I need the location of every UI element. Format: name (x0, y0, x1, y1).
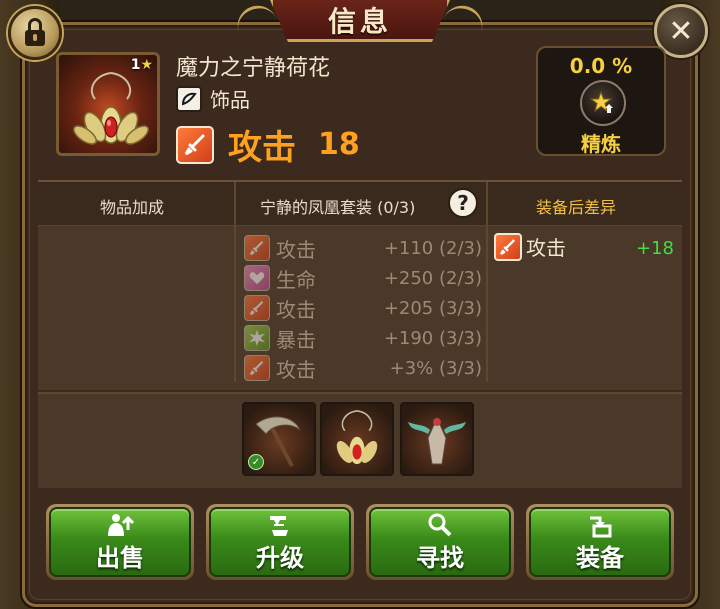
attack-icon (244, 235, 270, 261)
lock-icon (25, 18, 45, 46)
set-bonus-name: 攻击 (276, 357, 316, 382)
header-item-bonus: 物品加成 (100, 198, 165, 217)
set-bonus-row: 生命 +250 (2/3) (244, 264, 482, 292)
sell-button-label: 出售 (96, 543, 144, 572)
upgrade-button-label: 升级 (256, 543, 304, 572)
item-main-stat: 攻击 18 (176, 120, 360, 169)
set-bonus-row: 攻击 +3% (3/3) (244, 354, 482, 382)
search-icon (427, 512, 453, 538)
page-title: 信息 (327, 4, 392, 38)
set-bonus-name: 生命 (276, 267, 316, 292)
set-bonus-row: 攻击 +110 (2/3) (244, 234, 482, 262)
critical-icon (244, 325, 270, 351)
refine-percent: 0.0 % (569, 54, 633, 78)
set-bonus-value: +110 (2/3) (383, 237, 482, 259)
item-name: 魔力之宁静荷花 (176, 56, 331, 81)
refine-panel[interactable]: 0.0 % 精炼 (536, 46, 666, 156)
set-piece-phoenix[interactable] (400, 402, 474, 476)
set-bonus-value: +250 (2/3) (383, 267, 482, 289)
sell-button[interactable]: 出售 (46, 504, 194, 580)
header-set-name: 宁静的凤凰套装 (0/3) (260, 198, 416, 217)
attack-icon (244, 295, 270, 321)
lotus-accessory-icon (336, 410, 378, 465)
equip-button[interactable]: 装备 (526, 504, 674, 580)
item-portrait: 1★ (56, 52, 160, 156)
lock-button[interactable] (8, 6, 62, 60)
main-stat-label: 攻击 (228, 128, 296, 168)
health-icon (244, 265, 270, 291)
equip-diff-row: 攻击 +18 (494, 232, 674, 261)
find-button-label: 寻找 (416, 543, 464, 572)
set-bonus-value: +3% (3/3) (389, 357, 482, 379)
item-star-level: 1★ (130, 57, 153, 73)
set-bonus-row: 攻击 +205 (3/3) (244, 294, 482, 322)
lotus-accessory-icon (73, 72, 149, 145)
refine-star-icon (580, 80, 626, 126)
title-plate: 信息 (270, 0, 450, 42)
set-bonus-value: +205 (3/3) (383, 297, 482, 319)
phoenix-armor-icon (408, 416, 466, 465)
refine-label: 精炼 (581, 132, 621, 156)
upgrade-button[interactable]: 升级 (206, 504, 354, 580)
set-bonus-value: +190 (3/3) (383, 327, 482, 349)
set-bonus-name: 攻击 (276, 237, 316, 262)
item-slot: 饰品 (176, 84, 250, 113)
attack-icon (244, 355, 270, 381)
main-stat-value: 18 (318, 127, 360, 162)
header-equip-diff: 装备后差异 (536, 198, 617, 217)
equip-diff-name: 攻击 (526, 236, 566, 260)
help-icon[interactable]: ? (448, 188, 478, 218)
item-slot-label: 饰品 (210, 88, 250, 112)
find-button[interactable]: 寻找 (366, 504, 514, 580)
set-piece-lotus[interactable] (320, 402, 394, 476)
close-icon: ✕ (668, 13, 694, 49)
attack-icon (494, 232, 522, 261)
set-piece-weapon[interactable]: ✓ (242, 402, 316, 476)
equip-button-label: 装备 (576, 543, 624, 572)
set-bonus-name: 暴击 (276, 327, 316, 352)
column-divider (234, 182, 236, 382)
set-bonus-row: 暴击 +190 (3/3) (244, 324, 482, 352)
money-bag-icon (106, 512, 134, 538)
equipped-check-icon: ✓ (248, 454, 264, 470)
anvil-icon (266, 512, 294, 538)
equip-diff-value: +18 (636, 238, 674, 259)
sword-icon (176, 125, 214, 164)
column-divider (486, 182, 488, 382)
accessory-slot-icon (176, 85, 202, 112)
equip-arrow-icon (586, 512, 614, 538)
set-bonus-name: 攻击 (276, 297, 316, 322)
